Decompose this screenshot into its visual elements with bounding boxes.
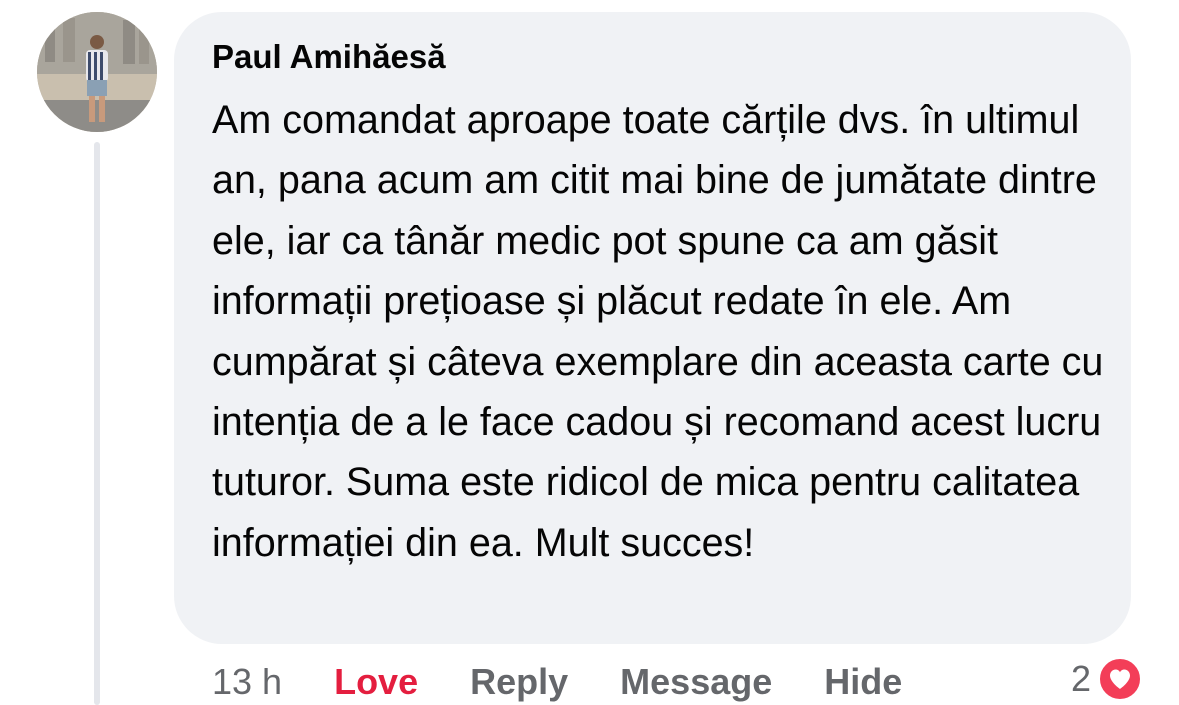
reaction-count: 2 — [1070, 658, 1091, 699]
comment-actions: 13 h Love Reply Message Hide — [212, 660, 902, 704]
comment-text: Am comandat aproape toate cărțile dvs. î… — [212, 98, 1104, 565]
reaction-summary[interactable]: 2 — [1071, 656, 1143, 702]
hide-button[interactable]: Hide — [824, 661, 902, 703]
heart-icon — [1097, 656, 1143, 702]
thread-line — [94, 142, 100, 705]
reply-button[interactable]: Reply — [470, 661, 568, 703]
comment-timestamp[interactable]: 13 h — [212, 661, 282, 703]
love-button[interactable]: Love — [334, 661, 418, 703]
message-button[interactable]: Message — [620, 661, 772, 703]
avatar[interactable] — [37, 12, 157, 132]
comment-author[interactable]: Paul Amihăesă — [212, 38, 446, 76]
